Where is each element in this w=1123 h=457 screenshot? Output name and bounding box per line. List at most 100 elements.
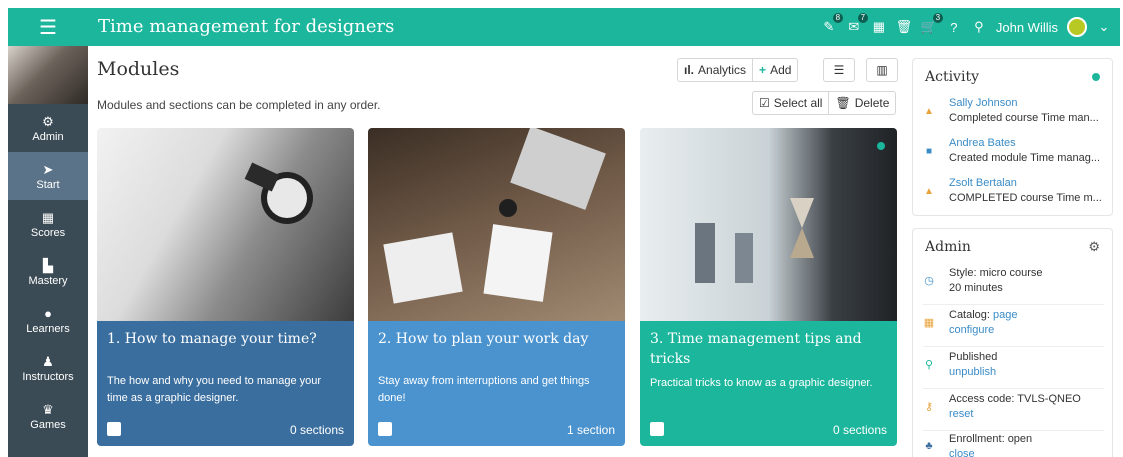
chevron-down-icon[interactable]: ⌄ bbox=[1096, 19, 1112, 35]
section-count: 0 sections bbox=[832, 423, 887, 437]
notifications-icon[interactable]: ✎ 8 bbox=[821, 13, 843, 35]
sidebar-item-label: Instructors bbox=[22, 370, 74, 383]
gear-icon: ⚙ bbox=[42, 113, 54, 129]
access-code-label: Access code: TVLS-QNEO bbox=[949, 393, 1081, 405]
section-count: 1 section bbox=[566, 423, 615, 437]
module-image-desk bbox=[368, 128, 625, 321]
catalog-label-text: Catalog: bbox=[949, 309, 990, 321]
admin-panel: Admin ⚙ ◷ Style: micro course 20 minutes… bbox=[912, 228, 1113, 457]
admin-title: Admin bbox=[925, 239, 971, 255]
admin-published-row: ⚲ Published unpublish bbox=[923, 349, 1104, 389]
style-duration: 20 minutes bbox=[949, 282, 1003, 294]
module-card-1[interactable]: 1. How to manage your time? The how and … bbox=[97, 128, 354, 446]
select-all-button[interactable]: ☑ Select all bbox=[753, 92, 828, 114]
activity-user-link[interactable]: Sally Johnson bbox=[949, 97, 1018, 109]
user-name[interactable]: John Willis bbox=[996, 20, 1058, 35]
delete-label: Delete bbox=[854, 96, 890, 110]
course-icon: ▲ bbox=[924, 185, 934, 197]
desk-illustration bbox=[383, 128, 606, 304]
list-view-button[interactable]: ☰ bbox=[823, 58, 855, 82]
checkbox-icon: ☑ bbox=[759, 96, 770, 110]
search-icon[interactable]: ⚲ bbox=[971, 19, 987, 35]
sidebar-item-start[interactable]: ➤ Start bbox=[8, 152, 88, 200]
sidebar-item-instructors[interactable]: ♟ Instructors bbox=[8, 344, 88, 392]
plus-icon: + bbox=[759, 63, 767, 77]
module-icon: ■ bbox=[925, 145, 933, 157]
module-card-3[interactable]: 3. Time management tips and tricks Pract… bbox=[640, 128, 897, 446]
grid-view-button[interactable]: ▥ bbox=[866, 58, 898, 82]
activity-item: ■ Andrea Bates Created module Time manag… bbox=[923, 137, 1104, 177]
instructor-icon: ♟ bbox=[42, 353, 54, 369]
trash-icon[interactable]: 🗑 bbox=[896, 19, 913, 35]
catalog-grid-icon: ▦ bbox=[923, 316, 935, 329]
published-label: Published bbox=[949, 351, 998, 363]
reset-link[interactable]: reset bbox=[949, 408, 973, 420]
module-image-watch bbox=[97, 128, 354, 321]
bar-chart-icon: ıl. bbox=[684, 63, 695, 77]
module-description: Practical tricks to know as a graphic de… bbox=[650, 377, 873, 389]
module-card-2[interactable]: 2. How to plan your work day Stay away f… bbox=[368, 128, 625, 446]
activity-item: ▲ Sally Johnson Completed course Time ma… bbox=[923, 97, 1104, 137]
top-icons: ✎ 8 ✉ 7 ▦ 🗑 🛒 3 ? ⚲ John Willis ⌄ bbox=[821, 8, 1112, 46]
module-description: Stay away from interruptions and get thi… bbox=[378, 375, 590, 404]
analytics-button[interactable]: ıl. Analytics bbox=[678, 59, 752, 81]
delete-button[interactable]: 🗑 Delete bbox=[829, 92, 895, 114]
activity-item: ▲ Zsolt Bertalan COMPLETED course Time m… bbox=[923, 177, 1104, 217]
module-card-body: 3. Time management tips and tricks Pract… bbox=[640, 321, 897, 446]
add-button[interactable]: + Add bbox=[753, 59, 797, 81]
style-label: Style: micro course bbox=[949, 267, 1043, 279]
clock-icon: ◷ bbox=[924, 274, 934, 287]
catalog-label: Catalog: page bbox=[949, 309, 1018, 321]
help-icon[interactable]: ? bbox=[946, 19, 962, 35]
sidebar-item-mastery[interactable]: ▙ Mastery bbox=[8, 248, 88, 296]
activity-text: Created module Time manag... bbox=[949, 152, 1101, 164]
module-checkbox[interactable] bbox=[107, 422, 121, 436]
module-card-body: 1. How to manage your time? The how and … bbox=[97, 321, 354, 446]
messages-icon[interactable]: ✉ 7 bbox=[846, 13, 868, 35]
sidebar-item-games[interactable]: ♛ Games bbox=[8, 392, 88, 440]
section-count: 0 sections bbox=[289, 423, 344, 437]
sidebar-item-scores[interactable]: ▦ Scores bbox=[8, 200, 88, 248]
page-description: Modules and sections can be completed in… bbox=[97, 98, 381, 112]
sidebar: ⚙ Admin ➤ Start ▦ Scores ▙ Mastery ● Lea… bbox=[8, 46, 88, 457]
catalog-page-link[interactable]: page bbox=[993, 309, 1017, 321]
module-checkbox[interactable] bbox=[378, 422, 392, 436]
hamburger-menu-icon[interactable]: ☰ bbox=[8, 8, 88, 46]
module-checkbox[interactable] bbox=[650, 422, 664, 436]
sidebar-item-label: Scores bbox=[30, 226, 66, 239]
avatar[interactable] bbox=[1067, 17, 1087, 37]
activity-text: COMPLETED course Time m... bbox=[949, 192, 1102, 204]
table-icon: ▦ bbox=[41, 209, 55, 225]
enrollment-label: Enrollment: open bbox=[949, 433, 1033, 445]
analytics-label: Analytics bbox=[698, 63, 747, 77]
calendar-icon[interactable]: ▦ bbox=[871, 19, 887, 35]
unpublish-link[interactable]: unpublish bbox=[949, 366, 996, 378]
activity-panel: Activity ▲ Sally Johnson Completed cours… bbox=[912, 58, 1113, 216]
users-icon: ♣ bbox=[925, 440, 933, 452]
module-title[interactable]: 3. Time management tips and tricks bbox=[650, 329, 887, 369]
sidebar-item-label: Admin bbox=[32, 130, 64, 143]
activity-user-link[interactable]: Andrea Bates bbox=[949, 137, 1016, 149]
selection-group: ☑ Select all 🗑 Delete bbox=[752, 91, 897, 115]
course-thumbnail bbox=[8, 46, 88, 104]
notifications-badge: 8 bbox=[832, 13, 843, 23]
trophy-icon: ♛ bbox=[42, 401, 54, 417]
watch-illustration bbox=[244, 162, 313, 224]
messages-badge: 7 bbox=[857, 13, 868, 23]
close-link[interactable]: close bbox=[949, 448, 975, 457]
gear-icon[interactable]: ⚙ bbox=[1088, 239, 1100, 255]
admin-catalog-row: ▦ Catalog: page configure bbox=[923, 307, 1104, 347]
activity-user-link[interactable]: Zsolt Bertalan bbox=[949, 177, 1017, 189]
app-title: Time management for designers bbox=[98, 16, 395, 37]
list-view-icon: ☰ bbox=[833, 63, 845, 77]
module-image-hourglass bbox=[640, 128, 897, 321]
sidebar-item-learners[interactable]: ● Learners bbox=[8, 296, 88, 344]
module-title[interactable]: 2. How to plan your work day bbox=[378, 329, 615, 349]
sidebar-item-label: Learners bbox=[26, 322, 70, 335]
module-title[interactable]: 1. How to manage your time? bbox=[107, 329, 344, 349]
sidebar-item-label: Games bbox=[30, 418, 66, 431]
paper-plane-icon: ➤ bbox=[42, 161, 54, 177]
sidebar-item-admin[interactable]: ⚙ Admin bbox=[8, 104, 88, 152]
cart-icon[interactable]: 🛒 3 bbox=[921, 13, 943, 35]
configure-link[interactable]: configure bbox=[949, 324, 994, 336]
